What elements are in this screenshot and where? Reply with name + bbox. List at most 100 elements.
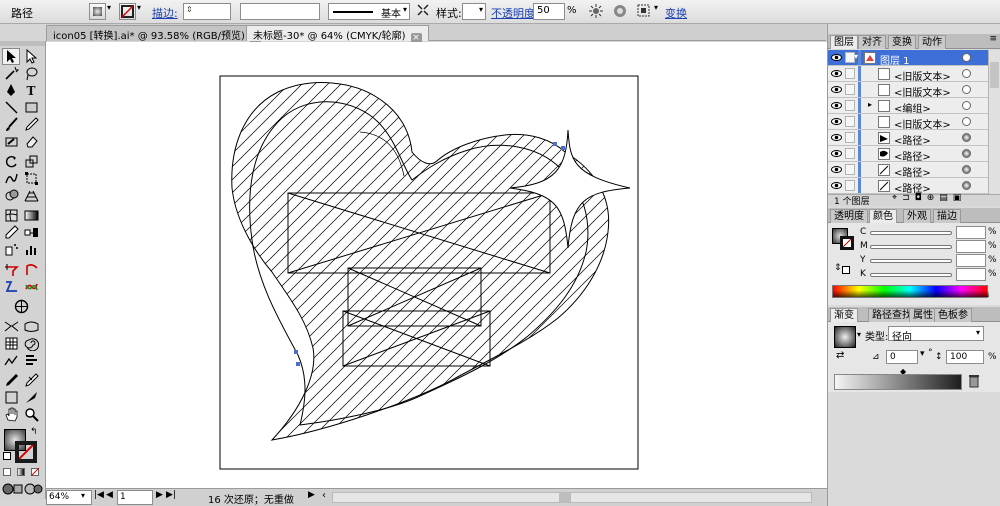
pencil-icon[interactable]: [22, 116, 40, 133]
chevron-down-icon[interactable]: ▾: [976, 328, 980, 337]
target-icon[interactable]: [962, 53, 971, 62]
rectangle-select-icon[interactable]: [2, 389, 20, 406]
crosshair-icon[interactable]: [12, 298, 30, 315]
lock-toggle[interactable]: [845, 100, 855, 111]
angle-field[interactable]: 0: [886, 350, 918, 364]
paintbrush-icon[interactable]: [2, 116, 20, 133]
document-canvas[interactable]: [46, 42, 827, 488]
layer-row[interactable]: <旧版文本>: [828, 114, 988, 131]
scrollbar-thumb[interactable]: [559, 493, 571, 502]
lock-toggle[interactable]: [845, 116, 855, 127]
eye-icon[interactable]: [831, 100, 842, 111]
fill-swatch[interactable]: [89, 3, 106, 20]
rotate-icon[interactable]: [2, 153, 20, 170]
envelope-icon[interactable]: [22, 318, 40, 335]
target-icon[interactable]: [962, 101, 971, 110]
shape-builder-icon[interactable]: [2, 187, 20, 204]
opacity-link[interactable]: 不透明度:: [491, 5, 539, 21]
black-slider[interactable]: K%: [860, 268, 1000, 282]
hand-icon[interactable]: [2, 406, 20, 423]
layer-row[interactable]: ▾ 图层 1: [828, 50, 988, 67]
gradient-swatch[interactable]: [834, 326, 856, 348]
target-icon[interactable]: [962, 165, 971, 174]
tab-stroke[interactable]: 描边: [933, 209, 961, 223]
zoom-field[interactable]: 64%: [46, 490, 92, 505]
pen-icon[interactable]: [2, 82, 20, 99]
live-paint-icon[interactable]: [2, 278, 20, 295]
perspective-grid-icon[interactable]: [22, 187, 40, 204]
target-icon[interactable]: [962, 133, 971, 142]
expander-icon[interactable]: ▸: [868, 100, 872, 109]
gradient-mode-icon[interactable]: [17, 468, 25, 476]
layer-row[interactable]: <路径>: [828, 130, 988, 147]
stroke-color-box[interactable]: [840, 236, 854, 250]
tab-gradient[interactable]: 渐变: [830, 308, 858, 322]
scissors-icon[interactable]: [22, 278, 40, 295]
graphic-style-picker[interactable]: ▾: [462, 3, 486, 20]
line-tool-icon[interactable]: [2, 99, 20, 116]
lock-toggle[interactable]: [845, 180, 855, 191]
variable-width-field[interactable]: [240, 3, 320, 20]
layer-row[interactable]: <旧版文本>: [828, 82, 988, 99]
selection-tool-icon[interactable]: [2, 48, 20, 65]
swap-colors-icon[interactable]: ↰: [30, 427, 38, 437]
width-tool-icon[interactable]: [2, 318, 20, 335]
blend-icon[interactable]: [22, 224, 40, 241]
chevron-down-icon[interactable]: ▾: [107, 3, 115, 20]
chevron-down-icon[interactable]: ▾: [403, 5, 407, 14]
first-page-icon[interactable]: |◀: [94, 490, 104, 500]
knife-icon[interactable]: [22, 389, 40, 406]
eye-icon[interactable]: [831, 164, 842, 175]
chevron-down-icon[interactable]: ▾: [479, 5, 483, 14]
mesh-grid-icon[interactable]: [2, 335, 20, 352]
yellow-slider[interactable]: Y%: [860, 254, 1000, 268]
stepper-icon[interactable]: ⇕: [186, 5, 193, 14]
chevron-down-icon[interactable]: ▾: [920, 349, 925, 359]
color-spectrum[interactable]: [832, 285, 989, 298]
magenta-slider[interactable]: M%: [860, 240, 1000, 254]
transform-link[interactable]: 变换: [665, 5, 687, 21]
layer-row[interactable]: <路径>: [828, 178, 988, 195]
eye-icon[interactable]: [831, 52, 842, 63]
target-icon[interactable]: [962, 181, 971, 190]
cyan-slider[interactable]: C%: [860, 226, 1000, 240]
column-graph-icon[interactable]: [22, 352, 40, 369]
eyedropper-icon[interactable]: [2, 224, 20, 241]
chevron-down-icon[interactable]: ▾: [857, 330, 861, 339]
stroke-link[interactable]: 描边:: [152, 5, 178, 21]
target-icon[interactable]: [962, 117, 971, 126]
eye-icon[interactable]: [831, 116, 842, 127]
stroke-swatch[interactable]: [119, 3, 136, 20]
align-options-icon[interactable]: [636, 3, 654, 20]
target-icon[interactable]: [962, 149, 971, 158]
eye-icon[interactable]: [831, 84, 842, 95]
tab-color[interactable]: 颜色: [869, 209, 897, 223]
brush-options-icon[interactable]: [416, 3, 432, 20]
eraser-icon[interactable]: [22, 133, 40, 150]
mesh-icon[interactable]: [2, 207, 20, 224]
trash-icon[interactable]: [968, 374, 980, 388]
gradient-tool-icon[interactable]: [22, 207, 40, 224]
eye-icon[interactable]: [831, 68, 842, 79]
stroke-weight-field[interactable]: ⇕: [183, 3, 231, 20]
layer-row[interactable]: ▸ <编组>: [828, 98, 988, 115]
status-menu-icon[interactable]: ▶: [308, 490, 315, 500]
recolor-icon[interactable]: [588, 3, 606, 20]
eye-icon[interactable]: [831, 148, 842, 159]
draw-mode-icon[interactable]: [2, 482, 44, 496]
white-swatch[interactable]: [842, 266, 850, 274]
artboard-icon[interactable]: [2, 261, 20, 278]
aspect-ratio-field[interactable]: 100: [946, 350, 984, 364]
tab-swatches[interactable]: 色板参: [934, 308, 972, 322]
sparkle-icon[interactable]: [2, 352, 20, 369]
direct-selection-icon[interactable]: [22, 48, 40, 65]
layer-row[interactable]: <路径>: [828, 146, 988, 163]
opacity-field[interactable]: 50: [533, 3, 565, 20]
eye-icon[interactable]: [831, 132, 842, 143]
scrollbar-thumb[interactable]: [990, 62, 999, 88]
zoom-icon[interactable]: [22, 406, 40, 423]
tab-appearance[interactable]: 外观: [903, 209, 931, 223]
page-field[interactable]: 1: [117, 490, 153, 505]
none-mode-icon[interactable]: [31, 468, 39, 476]
target-icon[interactable]: [962, 69, 971, 78]
